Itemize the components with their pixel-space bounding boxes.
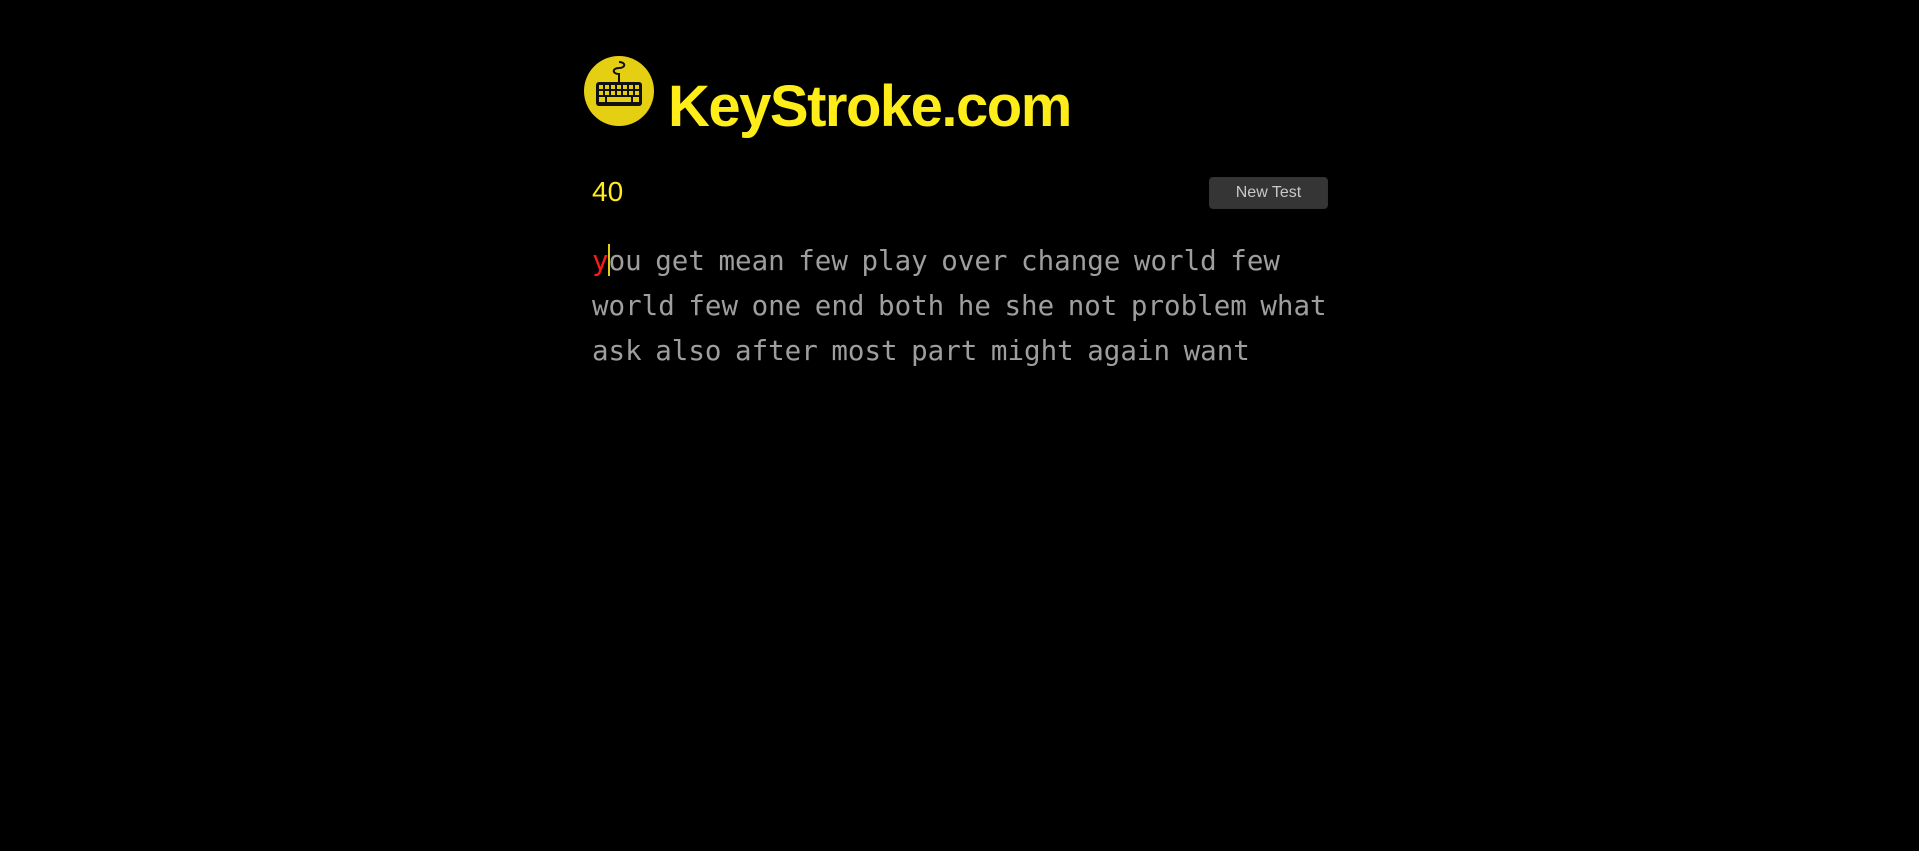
typing-text-area[interactable]: you get mean few play over change world … <box>592 239 1337 374</box>
header: KeyStroke.com <box>584 56 1329 138</box>
site-title: KeyStroke.com <box>668 74 1072 139</box>
app-container: KeyStroke.com 40 New Test you get mean f… <box>584 56 1329 374</box>
current-word-remainder: ou <box>608 245 642 277</box>
upcoming-words: get mean few play over change world few … <box>592 245 1327 367</box>
new-test-button[interactable]: New Test <box>1209 177 1328 209</box>
typed-character: y <box>592 245 609 277</box>
timer-display: 40 <box>592 176 624 207</box>
test-controls: 40 New Test <box>584 174 1329 218</box>
keyboard-icon <box>584 56 654 126</box>
